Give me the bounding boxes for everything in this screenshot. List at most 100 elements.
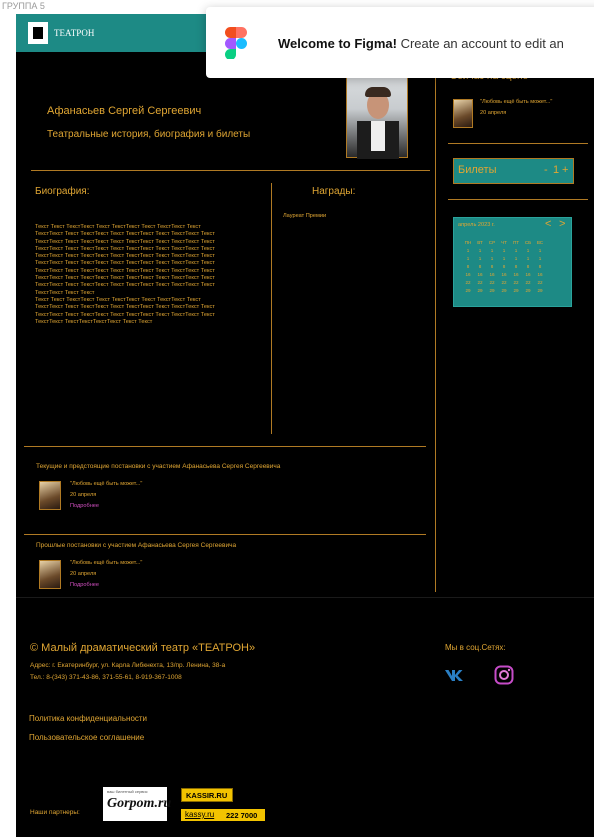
calendar-day[interactable]: 16	[534, 271, 546, 279]
bio-line: ТекстТекст Текст ТекстТекст Текст ТекстТ…	[35, 304, 215, 311]
partner-logo-kassy[interactable]: kassy.ru 222 7000	[181, 809, 265, 821]
calendar-day[interactable]: 1	[462, 247, 474, 255]
calendar-day[interactable]: 1	[534, 247, 546, 255]
calendar-day[interactable]: 16	[510, 271, 522, 279]
calendar-grid[interactable]: ПН ВТ СР ЧТ ПТ СБ ВС 1 1 1 1 1 1 1 1 1 1 1 1 1 1 8 8 8 8 8 8 8 16 16 1…	[462, 239, 552, 295]
tickets-label: Билеты	[458, 164, 497, 176]
footer-address: Адрес: г. Екатеринбург, ул. Карла Либкне…	[30, 662, 226, 669]
production-poster[interactable]	[39, 560, 61, 589]
footer-phone: Тел.: 8-(343) 371-43-86, 371-55-61, 8-91…	[30, 674, 182, 681]
divider	[24, 534, 426, 535]
production-title: "Любовь ещё быть может..."	[480, 99, 553, 105]
calendar-day[interactable]: 1	[486, 247, 498, 255]
calendar-day[interactable]: 22	[498, 279, 510, 287]
calendar-day[interactable]: 16	[522, 271, 534, 279]
brand-name[interactable]: ТЕАТРОН	[54, 28, 94, 38]
calendar-day[interactable]: 1	[510, 247, 522, 255]
agreement-link[interactable]: Пользовательское соглашение	[29, 733, 144, 742]
calendar-weekday: ВТ	[477, 240, 483, 245]
production-date: 20 апреля	[480, 110, 507, 116]
calendar-day[interactable]: 29	[462, 287, 474, 295]
bio-line: ТекстТекст Текст ТекстТекст Текст ТекстТ…	[35, 275, 215, 282]
partner-logo-kassir[interactable]: KASSIR.RU	[181, 788, 233, 802]
calendar-day[interactable]: 1	[474, 247, 486, 255]
bio-line: ТекстТекст Текст ТекстТекст Текст ТекстТ…	[35, 282, 215, 289]
calendar-day[interactable]: 8	[498, 263, 510, 271]
calendar-day[interactable]: 16	[474, 271, 486, 279]
calendar-day[interactable]: 22	[474, 279, 486, 287]
calendar-day[interactable]: 1	[486, 255, 498, 263]
calendar-day[interactable]: 8	[534, 263, 546, 271]
figma-canvas: { "frame_label": "ГРУППА 5", "header": {…	[0, 0, 594, 837]
calendar-day[interactable]: 1	[498, 247, 510, 255]
bio-line: ТекстТекст Текст Текст	[35, 289, 95, 296]
calendar-day[interactable]: 16	[486, 271, 498, 279]
calendar-day[interactable]: 8	[522, 263, 534, 271]
bio-line: ТекстТекст Текст ТекстТекст Текст ТекстТ…	[35, 231, 215, 238]
more-link[interactable]: Подробнее	[70, 582, 99, 588]
bio-line: ТекстТекст Текст ТекстТекст Текст ТекстТ…	[35, 253, 215, 260]
divider	[271, 183, 272, 434]
social-heading: Мы в соц.Сетях:	[445, 643, 506, 652]
calendar-weekday: СБ	[524, 240, 532, 245]
bio-line: ТекстТекст Текст ТекстТекст Текст ТекстТ…	[35, 311, 215, 318]
calendar-day[interactable]: 29	[486, 287, 498, 295]
instagram-icon[interactable]	[494, 665, 514, 685]
divider	[24, 446, 426, 447]
production-date: 20 апреля	[70, 571, 97, 577]
calendar-day[interactable]: 1	[474, 255, 486, 263]
awards-heading: Награды:	[312, 186, 356, 197]
calendar-weekday: ЧТ	[501, 240, 507, 245]
calendar-day[interactable]: 1	[522, 247, 534, 255]
production-title: "Любовь ещё быть может..."	[70, 481, 143, 487]
calendar-day[interactable]: 16	[462, 271, 474, 279]
calendar-day[interactable]: 1	[462, 255, 474, 263]
calendar-day[interactable]: 29	[534, 287, 546, 295]
bio-line: Текст Текст ТекстТекст Текст ТекстТекст …	[35, 224, 201, 230]
more-link[interactable]: Подробнее	[70, 503, 99, 509]
actor-photo	[346, 76, 408, 159]
calendar-day[interactable]: 29	[498, 287, 510, 295]
calendar-day[interactable]: 29	[522, 287, 534, 295]
calendar-day[interactable]: 1	[534, 255, 546, 263]
partner-logo-gorpom[interactable]: ваш билетный сервис Gorpom.ru	[103, 787, 171, 821]
privacy-link[interactable]: Политика конфиденциальности	[29, 714, 147, 723]
welcome-toast: Welcome to Figma! Create an account to e…	[206, 7, 594, 78]
tickets-minus-button[interactable]: -	[544, 164, 548, 176]
tickets-plus-button[interactable]: +	[562, 164, 568, 176]
calendar-day[interactable]: 8	[462, 263, 474, 271]
calendar-day[interactable]: 22	[534, 279, 546, 287]
toast-message: Welcome to Figma! Create an account to e…	[278, 36, 564, 51]
calendar-day[interactable]: 22	[462, 279, 474, 287]
calendar-day[interactable]: 16	[498, 271, 510, 279]
calendar-weekday: ПН	[464, 240, 472, 245]
calendar-day[interactable]: 22	[510, 279, 522, 287]
production-poster[interactable]	[453, 99, 473, 128]
calendar-day[interactable]: 1	[522, 255, 534, 263]
calendar-day[interactable]: 22	[486, 279, 498, 287]
calendar-day[interactable]: 8	[486, 263, 498, 271]
vk-icon[interactable]	[444, 668, 468, 682]
past-heading: Прошлые постановки с участием Афанасьева…	[36, 542, 237, 549]
calendar-day[interactable]: 8	[474, 263, 486, 271]
bio-line: ТекстТекст Текст ТекстТекст Текст ТекстТ…	[35, 245, 215, 252]
production-poster[interactable]	[39, 481, 61, 510]
calendar-day[interactable]: 8	[510, 263, 522, 271]
divider	[435, 58, 436, 592]
calendar-day[interactable]: 1	[510, 255, 522, 263]
actor-subtitle: Театральные история, биография и билеты	[47, 129, 251, 140]
frame-label: ГРУППА 5	[2, 1, 45, 11]
calendar-next-button[interactable]: >	[559, 218, 565, 230]
tickets-count: 1	[553, 164, 560, 176]
calendar-day[interactable]: 22	[522, 279, 534, 287]
calendar-day[interactable]: 29	[474, 287, 486, 295]
divider	[448, 199, 588, 200]
theatre-logo[interactable]	[28, 22, 48, 44]
bio-line: ТекстТекст Текст ТекстТекст Текст ТекстТ…	[35, 238, 215, 245]
calendar-day[interactable]: 29	[510, 287, 522, 295]
bio-line: ТекстТекст Текст ТекстТекст Текст ТекстТ…	[35, 267, 215, 274]
calendar-day[interactable]: 1	[498, 255, 510, 263]
award-item: Лауреат Премии	[283, 213, 327, 219]
calendar-prev-button[interactable]: <	[545, 218, 551, 230]
production-title: "Любовь ещё быть может..."	[70, 560, 143, 566]
